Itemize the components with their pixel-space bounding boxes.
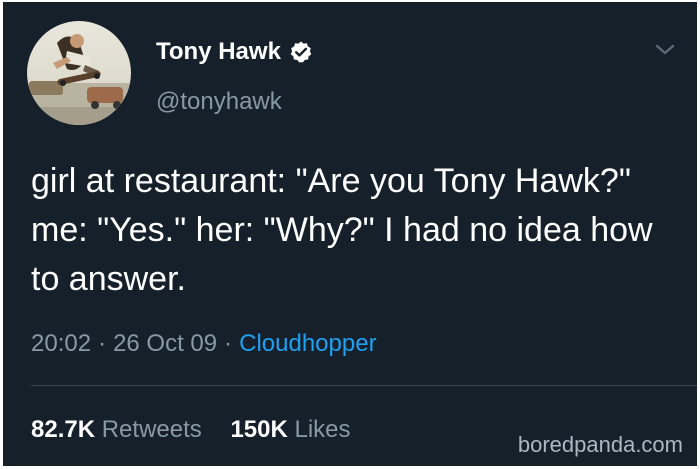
author-name[interactable]: Tony Hawk <box>156 38 281 66</box>
author-row[interactable]: Tony Hawk <box>156 38 313 66</box>
tweet-time[interactable]: 20:02 <box>31 330 91 357</box>
tweet-meta: 20:02 · 26 Oct 09 · Cloudhopper <box>31 329 377 359</box>
avatar[interactable] <box>27 21 131 125</box>
chevron-down-icon[interactable] <box>654 42 676 58</box>
meta-separator: · <box>98 330 107 357</box>
retweets-count: 82.7K <box>31 416 96 443</box>
tweet-card: Tony Hawk @tonyhawk girl at restaurant: … <box>3 2 697 466</box>
avatar-photo <box>27 21 131 125</box>
retweets-stat[interactable]: 82.7K Retweets <box>31 416 208 443</box>
likes-stat[interactable]: 150K Likes <box>230 416 350 443</box>
tweet-source-link[interactable]: Cloudhopper <box>239 330 376 357</box>
divider <box>31 385 697 386</box>
tweet-text: girl at restaurant: "Are you Tony Hawk?"… <box>31 162 653 298</box>
tweet-date[interactable]: 26 Oct 09 <box>113 330 217 357</box>
likes-count: 150K <box>230 416 288 443</box>
watermark: boredpanda.com <box>517 432 683 457</box>
likes-label: Likes <box>294 416 351 443</box>
author-handle[interactable]: @tonyhawk <box>156 88 282 116</box>
meta-separator: · <box>224 330 233 357</box>
retweets-label: Retweets <box>101 416 202 443</box>
tweet-stats: 82.7K Retweets 150K Likes <box>31 415 351 445</box>
verified-badge-icon <box>290 41 312 63</box>
